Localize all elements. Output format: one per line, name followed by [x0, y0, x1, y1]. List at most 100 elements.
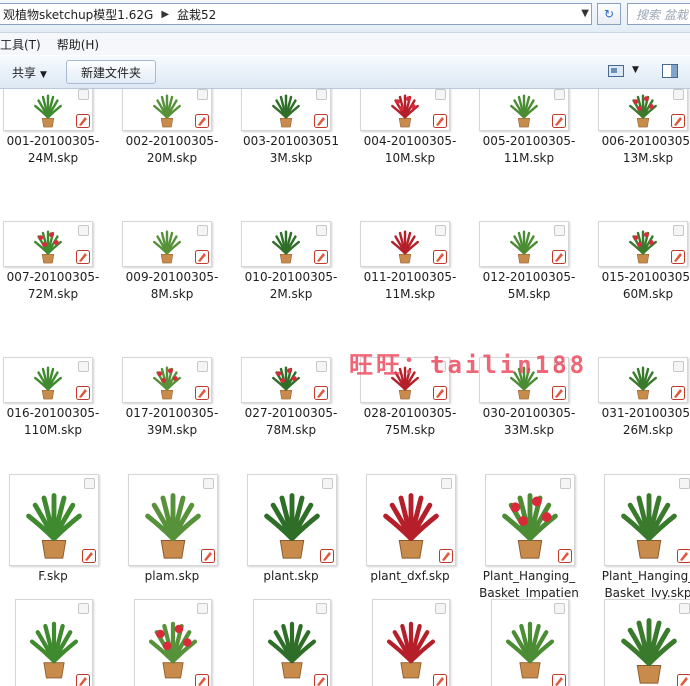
sketchup-file-icon — [195, 250, 209, 264]
file-name[interactable]: F.skp — [3, 568, 103, 585]
view-icon[interactable] — [608, 65, 624, 77]
share-button[interactable]: 共享 ▼ — [12, 64, 47, 81]
file-name[interactable]: 003-201003051 3M.skp — [241, 133, 341, 167]
file-name[interactable]: 006-20100305-13M.skp — [598, 133, 690, 167]
file-name[interactable]: plant_dxf.skp — [360, 568, 460, 585]
thumbnail-corner-icon — [78, 225, 89, 236]
thumbnail-corner-icon — [435, 225, 446, 236]
file-thumbnail[interactable] — [134, 599, 212, 686]
share-dropdown-icon: ▼ — [40, 70, 47, 80]
file-name[interactable]: 016-20100305-110M.skp — [3, 405, 103, 439]
file-thumbnail[interactable] — [15, 599, 93, 686]
address-dropdown-icon[interactable]: ▼ — [581, 8, 589, 19]
sketchup-file-icon — [82, 549, 96, 563]
file-name[interactable]: 004-20100305-10M.skp — [360, 133, 460, 167]
file-name[interactable]: 012-20100305-5M.skp — [479, 269, 579, 303]
file-name[interactable]: 011-20100305-11M.skp — [360, 269, 460, 303]
thumbnail-corner-icon — [316, 603, 327, 614]
thumbnail-corner-icon — [322, 478, 333, 489]
file-thumbnail[interactable] — [598, 357, 688, 403]
sketchup-file-icon — [558, 549, 572, 563]
file-name[interactable]: 028-20100305-75M.skp — [360, 405, 460, 439]
file-name[interactable]: plant.skp — [241, 568, 341, 585]
file-thumbnail[interactable] — [366, 474, 456, 566]
file-thumbnail[interactable] — [479, 89, 569, 131]
file-thumbnail[interactable] — [3, 89, 93, 131]
breadcrumb-parent[interactable]: 观植物sketchup模型1.62G — [0, 6, 157, 23]
file-thumbnail[interactable] — [241, 221, 331, 267]
file-name[interactable]: Plant_Hanging_Basket_Ivy.skp — [598, 568, 690, 602]
file-thumbnail[interactable] — [128, 474, 218, 566]
thumbnail-corner-icon — [316, 89, 327, 100]
thumbnail-corner-icon — [197, 225, 208, 236]
sketchup-file-icon — [552, 114, 566, 128]
file-thumbnail[interactable] — [491, 599, 569, 686]
sketchup-file-icon — [671, 250, 685, 264]
file-thumbnail[interactable] — [372, 599, 450, 686]
file-thumbnail[interactable] — [9, 474, 99, 566]
file-thumbnail[interactable] — [253, 599, 331, 686]
sketchup-file-icon — [677, 674, 690, 686]
preview-pane-icon[interactable] — [662, 64, 678, 78]
file-thumbnail[interactable] — [604, 599, 690, 686]
file-thumbnail[interactable] — [360, 89, 450, 131]
thumbnail-corner-icon — [673, 225, 684, 236]
file-thumbnail[interactable] — [598, 89, 688, 131]
thumbnail-corner-icon — [679, 478, 690, 489]
file-name[interactable]: 001-20100305-24M.skp — [3, 133, 103, 167]
file-thumbnail[interactable] — [122, 221, 212, 267]
file-thumbnail[interactable] — [122, 357, 212, 403]
file-name[interactable]: 027-20100305-78M.skp — [241, 405, 341, 439]
thumbnail-corner-icon — [316, 361, 327, 372]
thumbnail-corner-icon — [197, 89, 208, 100]
file-name[interactable]: 002-20100305-20M.skp — [122, 133, 222, 167]
thumbnail-corner-icon — [435, 89, 446, 100]
menu-help[interactable]: 帮助(H) — [49, 36, 107, 53]
file-thumbnail[interactable] — [122, 89, 212, 131]
search-input[interactable]: 搜索 盆栽 — [627, 3, 690, 25]
file-name[interactable]: 005-20100305-11M.skp — [479, 133, 579, 167]
sketchup-file-icon — [552, 250, 566, 264]
address-bar-area: 观植物sketchup模型1.62G ▶ 盆栽52 ▼ ↻ 搜索 盆栽 — [0, 0, 690, 33]
sketchup-file-icon — [671, 114, 685, 128]
file-thumbnail[interactable] — [598, 221, 688, 267]
file-name[interactable]: 010-20100305-2M.skp — [241, 269, 341, 303]
refresh-icon: ↻ — [603, 7, 615, 21]
file-name[interactable]: 030-20100305-33M.skp — [479, 405, 579, 439]
file-thumbnail[interactable] — [360, 221, 450, 267]
file-thumbnail[interactable] — [241, 357, 331, 403]
address-field[interactable]: 观植物sketchup模型1.62G ▶ 盆栽52 ▼ — [0, 3, 592, 25]
file-thumbnail[interactable] — [485, 474, 575, 566]
thumbnail-corner-icon — [554, 603, 565, 614]
file-name[interactable]: plam.skp — [122, 568, 222, 585]
file-name[interactable]: 009-20100305-8M.skp — [122, 269, 222, 303]
refresh-button[interactable]: ↻ — [597, 3, 621, 25]
thumbnail-corner-icon — [554, 225, 565, 236]
view-dropdown-icon[interactable]: ▼ — [632, 65, 639, 75]
sketchup-file-icon — [76, 114, 90, 128]
sketchup-file-icon — [433, 114, 447, 128]
breadcrumb-separator-icon[interactable]: ▶ — [157, 9, 173, 20]
file-thumbnail[interactable] — [241, 89, 331, 131]
sketchup-file-icon — [433, 674, 447, 686]
file-grid: 001-20100305-24M.skp 002-20100305-20M.skp… — [0, 89, 690, 686]
sketchup-file-icon — [671, 386, 685, 400]
thumbnail-corner-icon — [197, 603, 208, 614]
breadcrumb-current[interactable]: 盆栽52 — [173, 6, 220, 23]
file-thumbnail[interactable] — [3, 357, 93, 403]
file-thumbnail[interactable] — [604, 474, 690, 566]
menu-tools[interactable]: 工具(T) — [0, 36, 49, 53]
thumbnail-corner-icon — [435, 603, 446, 614]
file-name[interactable]: 017-20100305-39M.skp — [122, 405, 222, 439]
new-folder-button[interactable]: 新建文件夹 — [66, 60, 156, 84]
file-thumbnail[interactable] — [3, 221, 93, 267]
file-name[interactable]: 031-20100305-26M.skp — [598, 405, 690, 439]
thumbnail-corner-icon — [441, 478, 452, 489]
thumbnail-corner-icon — [197, 361, 208, 372]
file-thumbnail[interactable] — [247, 474, 337, 566]
file-name[interactable]: 007-20100305-72M.skp — [3, 269, 103, 303]
sketchup-file-icon — [76, 386, 90, 400]
sketchup-file-icon — [314, 250, 328, 264]
file-name[interactable]: 015-20100305-60M.skp — [598, 269, 690, 303]
file-thumbnail[interactable] — [479, 221, 569, 267]
